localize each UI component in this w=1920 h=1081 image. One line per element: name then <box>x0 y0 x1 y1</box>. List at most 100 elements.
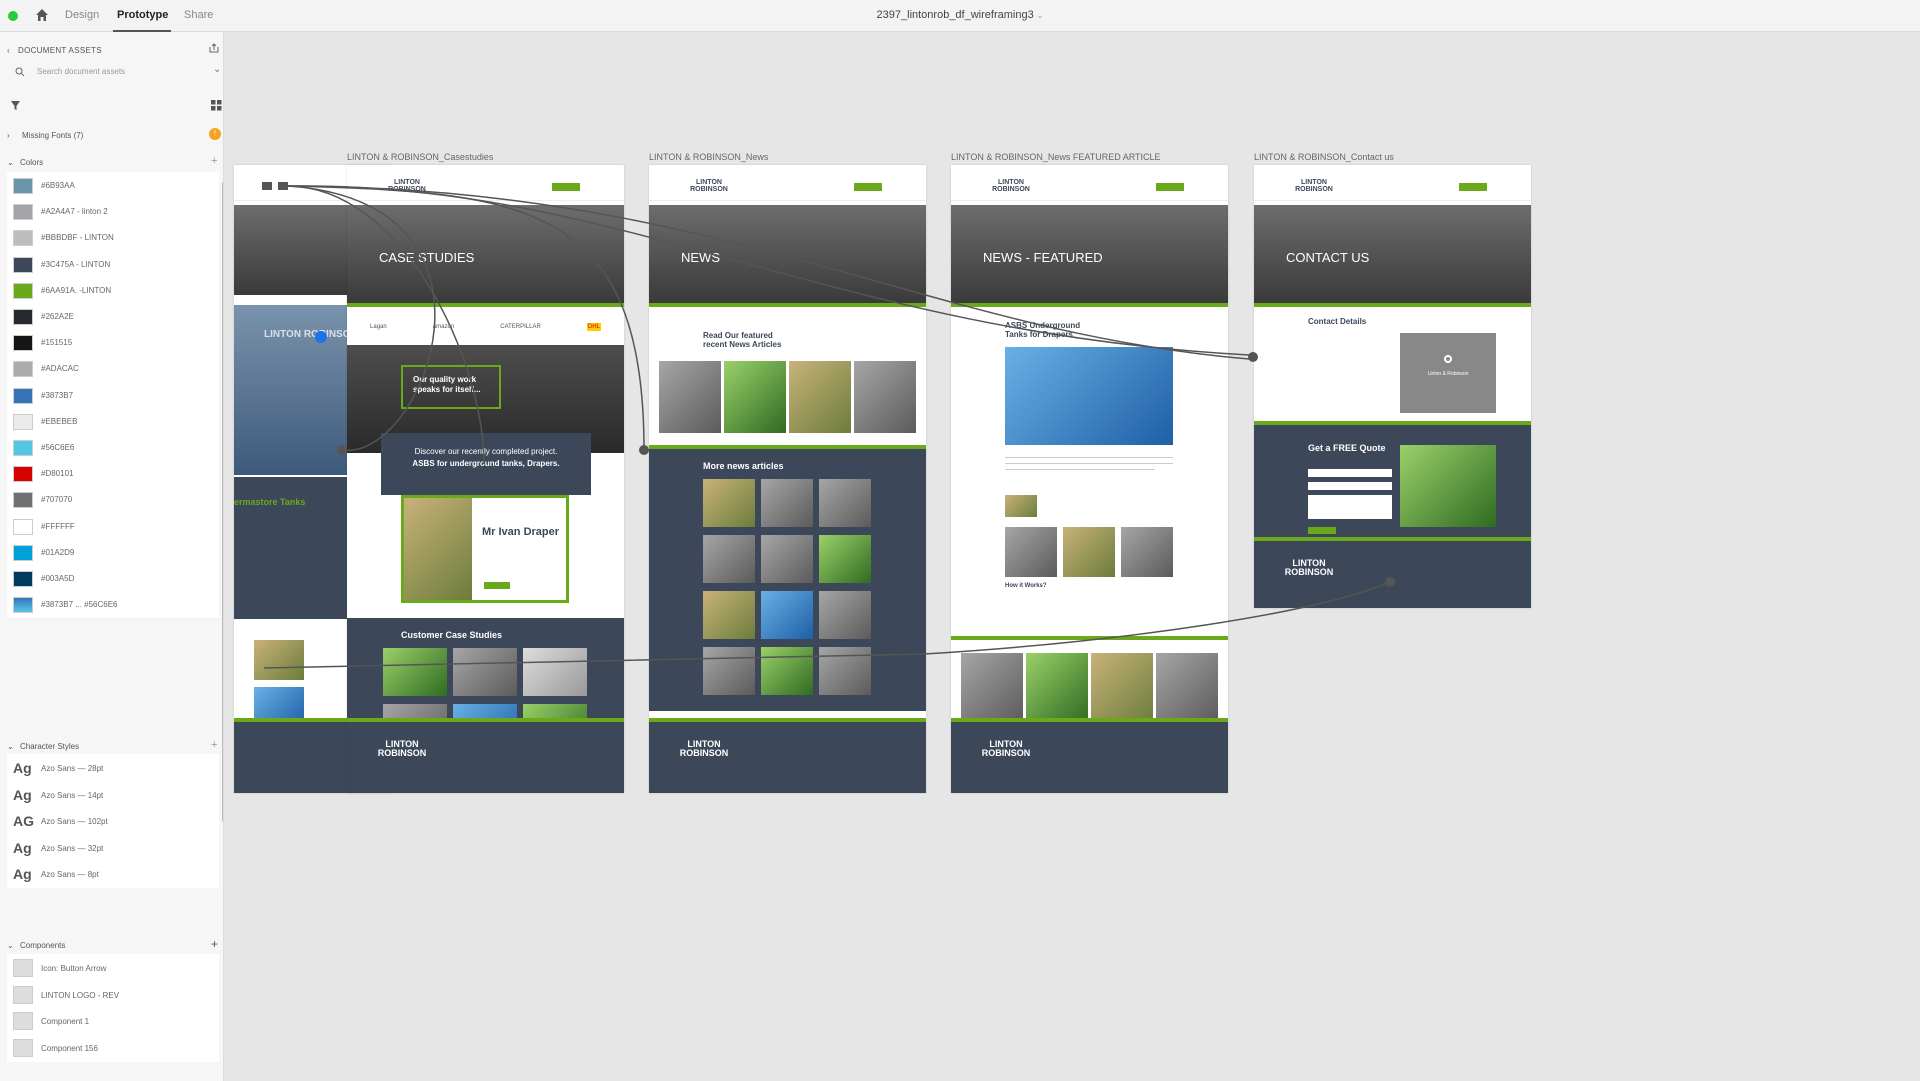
discover-panel: Discover our recently completed project.… <box>381 433 591 495</box>
character-style-row[interactable]: Ag Azo Sans — 8pt <box>7 860 219 888</box>
client-logos: Lagan amazon CATERPILLAR DHL <box>347 313 624 341</box>
character-style-row[interactable]: Ag Azo Sans — 14pt <box>7 780 219 809</box>
artboard-news-featured[interactable]: LINTON ROBINSON NEWS - FEATURED ASBS Und… <box>951 165 1228 793</box>
back-chevron-icon[interactable]: ‹ <box>7 46 10 55</box>
color-name: #3C475A - LINTON <box>41 259 111 269</box>
footer: LINTON ROBINSON <box>347 718 624 793</box>
color-swatch-row[interactable]: #3C475A - LINTON <box>7 250 219 279</box>
footer-logo: LINTON ROBINSON <box>679 739 729 758</box>
color-swatch-row[interactable]: #6B93AA <box>7 172 219 200</box>
color-name: #D80101 <box>41 469 74 479</box>
search-input[interactable]: Search document assets <box>37 67 125 76</box>
color-name: #BBBDBF - LINTON <box>41 233 114 243</box>
artboard-title[interactable]: LINTON & ROBINSON_Contact us <box>1254 152 1394 162</box>
chevron-right-icon[interactable]: › <box>7 131 10 140</box>
color-swatch <box>13 204 33 221</box>
artboard-casestudies[interactable]: LINTON ROBINSON CASE STUDIES Lagan amazo… <box>347 165 624 793</box>
chevron-down-icon[interactable]: ⌄ <box>7 742 14 751</box>
color-swatch-row[interactable]: #151515 <box>7 329 219 358</box>
color-name: #6B93AA <box>41 181 75 190</box>
add-component-icon[interactable]: + <box>211 937 218 951</box>
component-row[interactable]: LINTON LOGO - REV <box>7 980 219 1009</box>
news-thumb <box>761 647 813 695</box>
component-row[interactable]: Icon: Button Arrow <box>7 954 219 982</box>
components-section-title[interactable]: Components <box>20 941 65 950</box>
color-swatch-row[interactable]: #003A5D <box>7 565 219 593</box>
quote-heading: Get a FREE Quote <box>1308 443 1386 453</box>
grid-view-icon[interactable] <box>211 100 222 111</box>
map[interactable]: Linton & Robinson <box>1400 333 1496 413</box>
colors-section-title[interactable]: Colors <box>20 158 43 167</box>
hero-title: NEWS - FEATURED <box>983 250 1103 265</box>
character-style-row[interactable]: Ag Azo Sans — 28pt <box>7 754 219 782</box>
artboard-contact[interactable]: LINTON ROBINSON CONTACT US Contact Detai… <box>1254 165 1531 608</box>
component-name: Component 156 <box>41 1043 98 1053</box>
chevron-down-icon[interactable]: ⌄ <box>7 941 14 950</box>
character-style-glyph: Ag <box>13 866 32 882</box>
text-line <box>1005 457 1173 458</box>
color-swatch-row[interactable]: #D80101 <box>7 460 219 489</box>
case-thumb <box>523 648 587 696</box>
logo: LINTON ROBINSON <box>1295 179 1333 193</box>
logo: LINTON ROBINSON <box>690 179 728 193</box>
more-news-section: More news articles <box>649 445 926 711</box>
color-swatch-row[interactable]: #262A2E <box>7 303 219 331</box>
quote-message-field[interactable] <box>1308 495 1392 519</box>
chevron-down-icon[interactable]: ⌄ <box>213 64 221 75</box>
document-title[interactable]: 2397_lintonrob_df_wireframing3 ⌄ <box>0 9 1920 21</box>
component-name: Icon: Button Arrow <box>41 964 107 973</box>
artboard-title[interactable]: LINTON & ROBINSON_News FEATURED ARTICLE <box>951 152 1161 162</box>
add-character-style-icon[interactable]: + <box>211 739 217 751</box>
search-bar: Search document assets ⌄ <box>7 62 221 82</box>
color-swatch-row[interactable]: #6AA91A. -LINTON <box>7 276 219 305</box>
filter-icon[interactable] <box>10 100 21 111</box>
artboard-title[interactable]: LINTON & ROBINSON_News <box>649 152 768 162</box>
component-thumbnail <box>13 1038 33 1057</box>
character-styles-section-title[interactable]: Character Styles <box>20 742 79 751</box>
color-swatch-row[interactable]: #BBBDBF - LINTON <box>7 224 219 253</box>
article-hero-photo <box>1005 347 1173 445</box>
color-swatch-row[interactable]: #A2A4A7 - linton 2 <box>7 198 219 227</box>
color-swatch-row[interactable]: #FFFFFF <box>7 512 219 541</box>
quote-submit-button[interactable] <box>1308 527 1336 534</box>
footer-logo: LINTON ROBINSON <box>1284 558 1334 577</box>
color-swatch-row[interactable]: #707070 <box>7 486 219 515</box>
color-swatch-row[interactable]: #EBEBEB <box>7 407 219 436</box>
hero-title: NEWS <box>681 250 720 265</box>
news-photo <box>789 361 851 433</box>
green-divider <box>649 303 926 307</box>
color-swatch-row[interactable]: #01A2D9 <box>7 538 219 567</box>
color-swatch-row[interactable]: #56C6E6 <box>7 434 219 462</box>
artboard-title[interactable]: LINTON & ROBINSON_Casestudies <box>347 152 493 162</box>
design-canvas[interactable]: LINTON ROBINSON ermastore Tanks LINTON &… <box>224 32 1920 1081</box>
person-name: Mr Ivan Draper <box>482 526 560 538</box>
color-swatch-row[interactable]: #3873B7 <box>7 381 219 410</box>
article-photo <box>1063 527 1115 577</box>
client-logo: CATERPILLAR <box>500 324 541 330</box>
discover-text: Discover our recently completed project. <box>414 447 558 456</box>
color-swatch <box>13 256 33 273</box>
color-swatch <box>13 178 33 194</box>
artboard-news[interactable]: LINTON ROBINSON NEWS Read Our featured r… <box>649 165 926 793</box>
missing-fonts-label[interactable]: Missing Fonts (7) <box>22 131 83 140</box>
color-swatch-row[interactable]: #3873B7 ... #56C6E6 <box>7 591 219 620</box>
case-thumb <box>453 648 517 696</box>
warning-icon: ! <box>209 128 221 140</box>
green-divider <box>1254 303 1531 307</box>
color-swatch-row[interactable]: #ADACAC <box>7 355 219 384</box>
quote-field[interactable] <box>1308 482 1392 490</box>
case-photo <box>404 498 472 600</box>
news-thumb <box>703 479 755 527</box>
chevron-down-icon[interactable]: ⌄ <box>7 158 14 167</box>
add-color-icon[interactable]: + <box>211 155 217 167</box>
color-swatch <box>13 335 33 352</box>
character-style-row[interactable]: AG Azo Sans — 102pt <box>7 807 219 835</box>
character-style-row[interactable]: Ag Azo Sans — 32pt <box>7 833 219 862</box>
color-swatch <box>13 230 33 247</box>
component-row[interactable]: Component 156 <box>7 1033 219 1062</box>
export-icon[interactable] <box>208 42 220 54</box>
artboard-nav: LINTON ROBINSON <box>649 165 926 201</box>
map-label: Linton & Robinson <box>1427 371 1469 377</box>
quote-field[interactable] <box>1308 469 1392 477</box>
component-row[interactable]: Component 1 <box>7 1007 219 1035</box>
